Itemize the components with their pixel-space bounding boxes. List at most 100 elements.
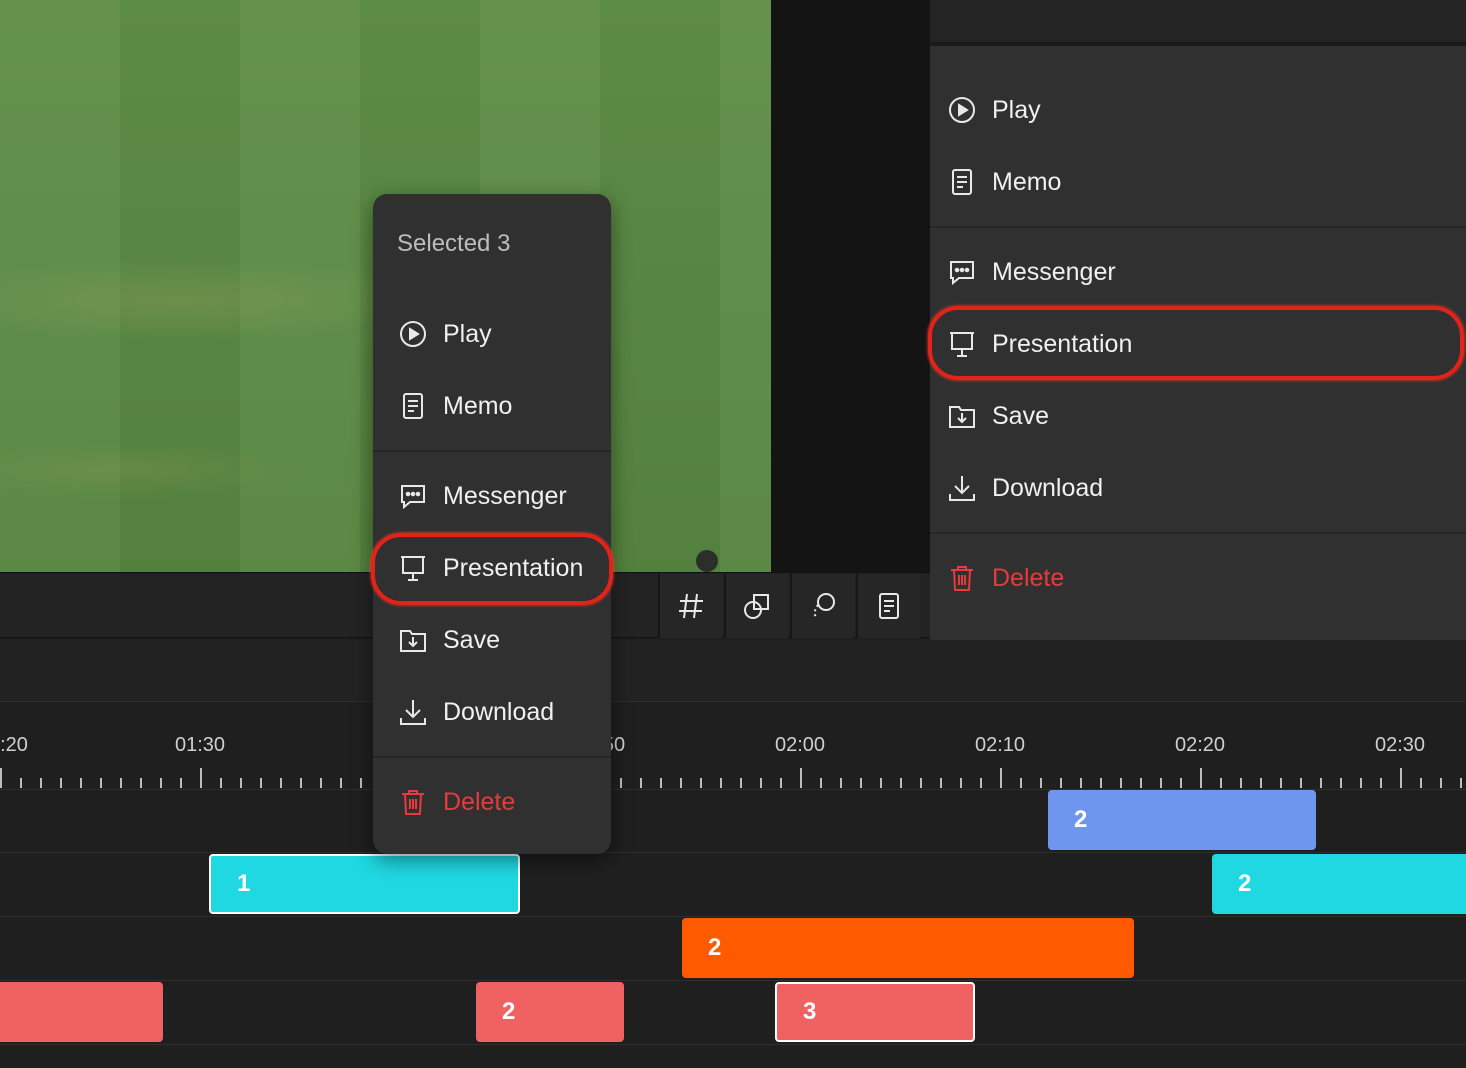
- side-menu-divider: [930, 226, 1466, 228]
- popup-play[interactable]: Play: [397, 298, 492, 370]
- ruler-tick: [800, 768, 802, 788]
- ruler-tick: [0, 768, 2, 788]
- ruler-tick: [860, 778, 862, 788]
- side-menu-download[interactable]: Download: [946, 452, 1103, 524]
- ruler-tick: [980, 778, 982, 788]
- popup-messenger[interactable]: Messenger: [397, 460, 567, 532]
- clip-label: 2: [1238, 870, 1252, 897]
- ruler-tick: [300, 778, 302, 788]
- hashtag-icon: [679, 593, 703, 619]
- save-icon: [397, 624, 429, 656]
- ruler-tick: [1420, 778, 1422, 788]
- popup-memo[interactable]: Memo: [397, 370, 512, 442]
- tick-label: 02:10: [974, 734, 1026, 756]
- track-divider: [0, 852, 1466, 853]
- ruler-tick: [1220, 778, 1222, 788]
- memo-icon: [879, 593, 899, 619]
- ruler-tick: [720, 778, 722, 788]
- timeline-clip[interactable]: 2: [1048, 790, 1316, 850]
- ruler-tick: [120, 778, 122, 788]
- ruler-tick: [1160, 778, 1162, 788]
- ruler-tick: [200, 768, 202, 788]
- memo-icon: [946, 166, 978, 198]
- ruler-tick: [1000, 768, 1002, 788]
- ruler-tick: [1300, 778, 1302, 788]
- popup-divider: [373, 450, 611, 452]
- side-menu-memo[interactable]: Memo: [946, 146, 1061, 218]
- popup-download[interactable]: Download: [397, 676, 554, 748]
- clip-label: 2: [1074, 806, 1088, 833]
- popup-messenger-label: Messenger: [443, 481, 567, 510]
- timeline-clip[interactable]: [0, 982, 163, 1042]
- ruler-tick: [340, 778, 342, 788]
- ruler-tick: [160, 778, 162, 788]
- memo-tool-button[interactable]: [856, 574, 920, 638]
- ruler-tick: [1100, 778, 1102, 788]
- shapes-button[interactable]: [724, 574, 788, 638]
- lasso-button[interactable]: [790, 574, 854, 638]
- ruler-tick: [1180, 778, 1182, 788]
- download-icon: [397, 696, 429, 728]
- hashtag-button[interactable]: [658, 574, 722, 638]
- ruler-tick: [20, 778, 22, 788]
- trash-icon: [397, 786, 429, 818]
- tick-label: 02:20: [1174, 734, 1226, 756]
- popup-save[interactable]: Save: [397, 604, 500, 676]
- ruler-tick: [1360, 778, 1362, 788]
- popup-delete-label: Delete: [443, 787, 516, 816]
- ruler-tick: [1240, 778, 1242, 788]
- timeline-clip-selected[interactable]: 1: [209, 854, 520, 914]
- timeline-header: [0, 640, 1466, 702]
- timeline-clip[interactable]: 2: [1212, 854, 1466, 914]
- presentation-highlight-annotation: [371, 533, 613, 605]
- side-menu-download-label: Download: [992, 473, 1104, 502]
- play-circle-icon: [397, 318, 429, 350]
- ruler-tick: [1040, 778, 1042, 788]
- side-menu-header: [930, 0, 1466, 46]
- ruler-tick: [100, 778, 102, 788]
- side-menu-delete[interactable]: Delete: [946, 542, 1064, 614]
- ruler-tick: [660, 778, 662, 788]
- ruler-tick: [1200, 768, 1202, 788]
- messenger-icon: [946, 256, 978, 288]
- popup-play-label: Play: [443, 319, 492, 348]
- side-menu-play[interactable]: Play: [946, 74, 1041, 146]
- ruler-tick: [220, 778, 222, 788]
- trash-icon: [946, 562, 978, 594]
- lasso-icon: [813, 593, 835, 619]
- ruler-tick: [640, 778, 642, 788]
- ruler-tick: [840, 778, 842, 788]
- timeline-clip[interactable]: 2: [682, 918, 1134, 978]
- ruler-tick: [280, 778, 282, 788]
- ruler-tick: [700, 778, 702, 788]
- ruler-tick: [780, 778, 782, 788]
- ruler-tick: [1380, 778, 1382, 788]
- clip-label: 1: [237, 870, 251, 897]
- ruler-tick: [260, 778, 262, 788]
- video-letterbox: [771, 0, 930, 572]
- save-icon: [946, 400, 978, 432]
- memo-icon: [397, 390, 429, 422]
- popup-delete[interactable]: Delete: [397, 766, 515, 838]
- track-divider: [0, 1044, 1466, 1045]
- tick-label: 02:30: [1374, 734, 1426, 756]
- ruler-tick: [740, 778, 742, 788]
- player-figure: [696, 550, 718, 572]
- ruler-tick: [620, 778, 622, 788]
- side-menu-messenger[interactable]: Messenger: [946, 236, 1116, 308]
- popup-download-label: Download: [443, 697, 555, 726]
- ruler-tick: [1020, 778, 1022, 788]
- ruler-tick: [1280, 778, 1282, 788]
- timeline-clip-selected[interactable]: 3: [775, 982, 975, 1042]
- ruler-tick: [1140, 778, 1142, 788]
- ruler-tick: [680, 778, 682, 788]
- ruler-tick: [1400, 768, 1402, 788]
- popup-memo-label: Memo: [443, 391, 513, 420]
- ruler-tick: [320, 778, 322, 788]
- ruler-tick: [900, 778, 902, 788]
- ruler-tick: [240, 778, 242, 788]
- ruler-tick: [140, 778, 142, 788]
- clip-label: 2: [502, 998, 516, 1025]
- side-menu-save[interactable]: Save: [946, 380, 1049, 452]
- timeline-clip[interactable]: 2: [476, 982, 624, 1042]
